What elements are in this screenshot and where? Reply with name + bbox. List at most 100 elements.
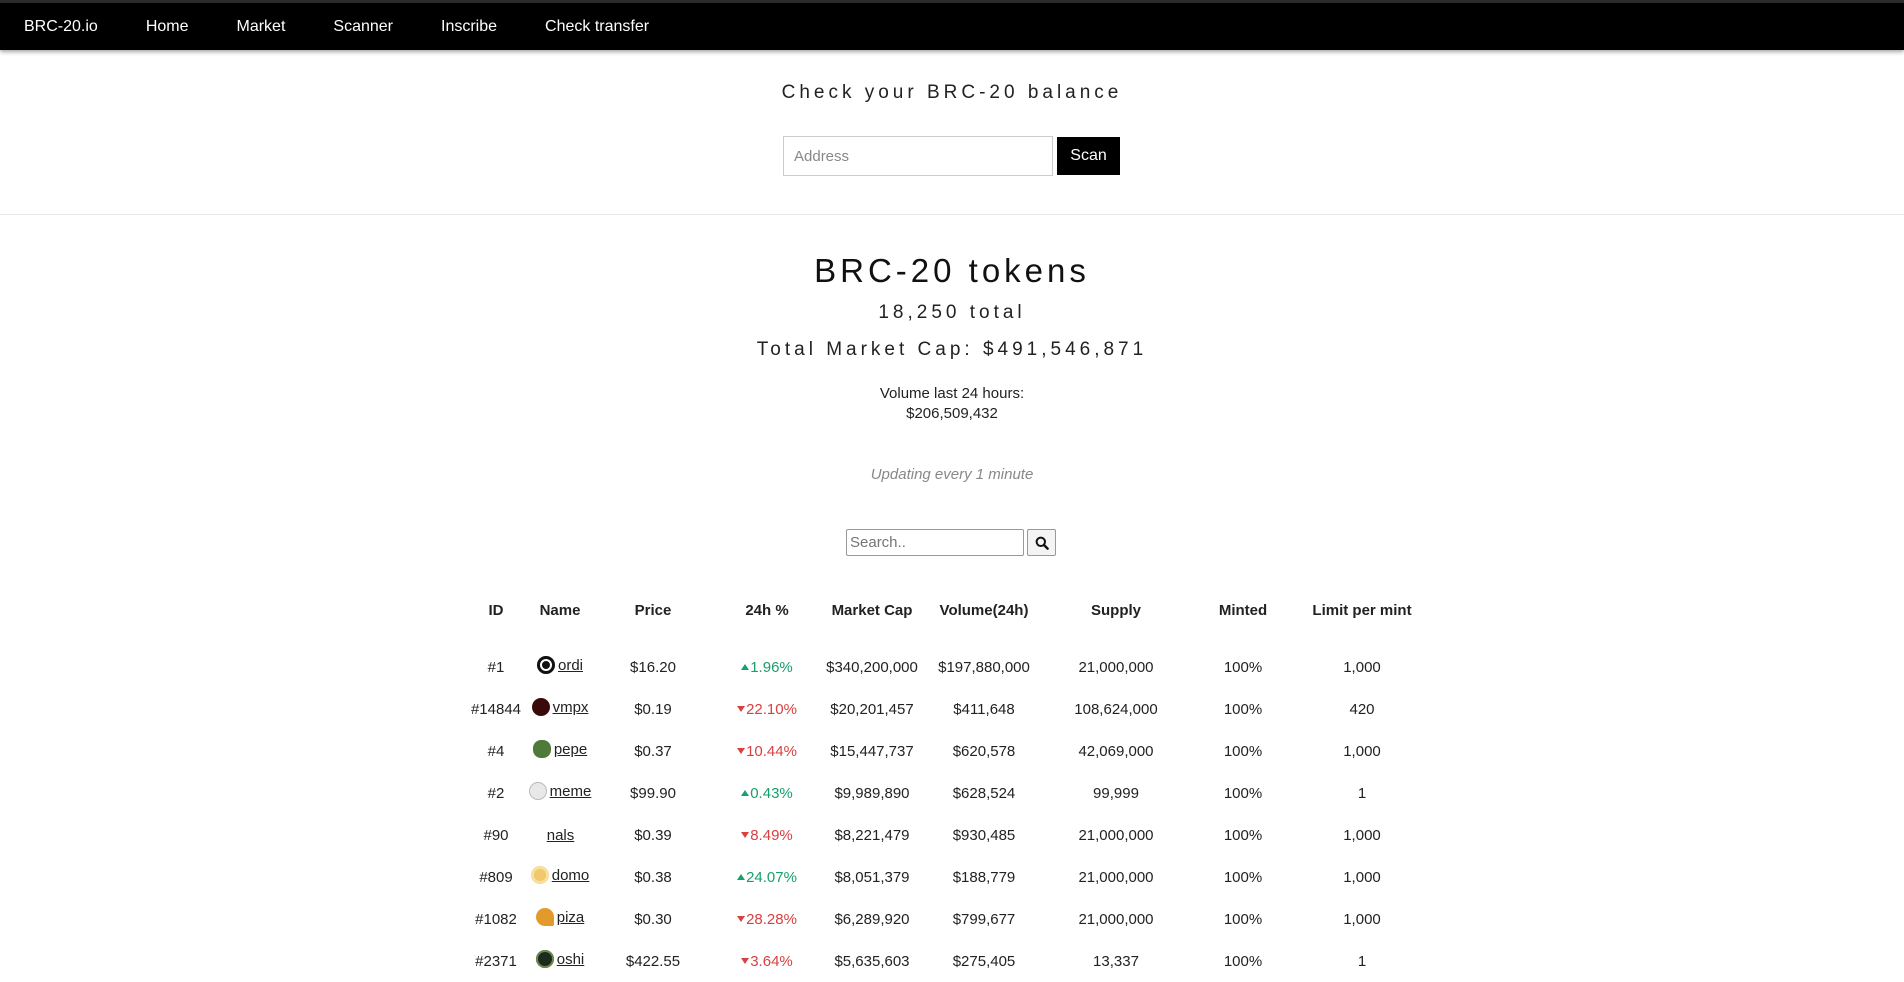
table-row[interactable]: #90 nals $0.39 8.49% $8,221,479 $930,485 21,00… <box>466 814 1424 856</box>
token-minted: 100% <box>1223 700 1263 718</box>
token-24h-change: 8.49% <box>712 814 822 856</box>
top-navbar: BRC-20.io Home Market Scanner Inscribe C… <box>0 0 1904 50</box>
token-volume: $188,779 <box>952 868 1016 886</box>
token-price: $0.30 <box>634 910 672 928</box>
table-row[interactable]: #2 meme $99.90 0.43% $9,989,890 $628,524 99,99… <box>466 772 1424 814</box>
token-name-cell: piza <box>526 898 594 940</box>
token-limit: 1 <box>1357 784 1367 802</box>
token-volume: $930,485 <box>952 826 1016 844</box>
arrow-down-icon <box>741 957 750 964</box>
nav-scanner[interactable]: Scanner <box>333 18 393 36</box>
token-name-cell: vmpx <box>526 688 594 730</box>
token-volume: $799,677 <box>952 910 1016 928</box>
token-supply: 21,000,000 <box>1078 910 1154 928</box>
arrow-up-icon <box>737 873 746 880</box>
token-market-cap: $5,635,603 <box>834 952 910 970</box>
token-supply: 42,069,000 <box>1078 742 1154 760</box>
domo-coin-icon <box>530 866 549 884</box>
nav-check-transfer[interactable]: Check transfer <box>545 18 649 36</box>
vmpx-logo-icon <box>531 698 550 716</box>
token-name-link[interactable]: vmpx <box>553 699 589 716</box>
token-volume: $197,880,000 <box>938 658 1030 676</box>
token-supply: 13,337 <box>1093 952 1139 970</box>
col-market-cap[interactable]: Market Cap <box>822 590 922 646</box>
col-name[interactable]: Name <box>526 590 594 646</box>
token-name-link[interactable]: domo <box>552 867 590 884</box>
token-name-cell: oshi <box>526 940 594 982</box>
table-row[interactable]: #1082 piza $0.30 28.28% $6,289,920 $799,677 21… <box>466 898 1424 940</box>
nav-home[interactable]: Home <box>146 18 189 36</box>
balance-title: Check your BRC-20 balance <box>781 82 1123 103</box>
col-id[interactable]: ID <box>466 590 526 646</box>
token-name-link[interactable]: piza <box>557 909 585 926</box>
token-limit: 1 <box>1357 952 1367 970</box>
token-supply: 21,000,000 <box>1078 658 1154 676</box>
token-24h-change: 0.43% <box>712 772 822 814</box>
token-market-cap: $6,289,920 <box>834 910 910 928</box>
token-volume: $411,648 <box>953 700 1015 718</box>
token-name-link[interactable]: pepe <box>554 741 587 758</box>
col-supply[interactable]: Supply <box>1046 590 1186 646</box>
token-id: #809 <box>479 868 513 886</box>
token-minted: 100% <box>1223 868 1263 886</box>
token-name-link[interactable]: nals <box>547 827 575 844</box>
volume-value: $206,509,432 <box>906 405 998 422</box>
address-input[interactable] <box>783 136 1053 176</box>
token-name-cell: pepe <box>526 730 594 772</box>
table-row[interactable]: #2371 oshi $422.55 3.64% $5,635,603 $275,405 1… <box>466 940 1424 982</box>
change-value: 22.10% <box>746 700 797 718</box>
search-icon <box>1035 536 1049 550</box>
token-price: $422.55 <box>625 952 681 970</box>
token-minted: 100% <box>1223 742 1263 760</box>
token-limit: 1,000 <box>1343 658 1381 676</box>
token-24h-change: 10.44% <box>712 730 822 772</box>
token-supply: 21,000,000 <box>1078 868 1154 886</box>
token-market-cap: $340,200,000 <box>826 658 918 676</box>
token-name-cell: nals <box>526 814 594 856</box>
token-24h-change: 3.64% <box>712 940 822 982</box>
ordi-logo-icon <box>536 656 555 674</box>
token-24h-change: 1.96% <box>712 646 822 688</box>
update-notice: Updating every 1 minute <box>870 466 1034 483</box>
nav-inscribe[interactable]: Inscribe <box>441 18 497 36</box>
token-name-link[interactable]: oshi <box>557 951 585 968</box>
change-value: 8.49% <box>750 826 793 844</box>
token-price: $0.39 <box>634 826 672 844</box>
main-nav: BRC-20.io Home Market Scanner Inscribe C… <box>0 3 1904 50</box>
table-row[interactable]: #1 ordi $16.20 1.96% $340,200,000 $197,880,00… <box>466 646 1424 688</box>
arrow-down-icon <box>737 915 746 922</box>
table-row[interactable]: #4 pepe $0.37 10.44% $15,447,737 $620,578 42,0… <box>466 730 1424 772</box>
col-minted[interactable]: Minted <box>1186 590 1300 646</box>
col-limit-per-mint[interactable]: Limit per mint <box>1300 590 1424 646</box>
volume-label: Volume last 24 hours: <box>879 385 1025 402</box>
change-value: 28.28% <box>746 910 797 928</box>
tokens-total: 18,250 total <box>878 302 1026 323</box>
token-price: $16.20 <box>630 658 676 676</box>
search-input[interactable] <box>846 529 1024 556</box>
token-market-cap: $8,051,379 <box>834 868 910 886</box>
scan-button[interactable]: Scan <box>1057 137 1120 175</box>
col-volume[interactable]: Volume(24h) <box>922 590 1046 646</box>
token-name-link[interactable]: ordi <box>558 657 583 674</box>
search-button[interactable] <box>1027 529 1056 556</box>
nav-market[interactable]: Market <box>237 18 286 36</box>
token-volume: $620,578 <box>952 742 1016 760</box>
token-24h-change: 24.07% <box>712 856 822 898</box>
change-value: 1.96% <box>750 658 793 676</box>
table-row[interactable]: #809 domo $0.38 24.07% $8,051,379 $188,779 21,… <box>466 856 1424 898</box>
token-name-cell: ordi <box>526 646 594 688</box>
token-market-cap: $9,989,890 <box>834 784 910 802</box>
arrow-down-icon <box>737 747 746 754</box>
col-24h-change[interactable]: 24h % <box>712 590 822 646</box>
token-market-cap: $8,221,479 <box>834 826 910 844</box>
token-minted: 100% <box>1223 910 1263 928</box>
change-value: 0.43% <box>750 784 793 802</box>
total-market-cap: Total Market Cap: $491,546,871 <box>756 339 1148 360</box>
token-price: $0.38 <box>634 868 672 886</box>
token-name-cell: domo <box>526 856 594 898</box>
token-name-link[interactable]: meme <box>550 783 592 800</box>
brand-link[interactable]: BRC-20.io <box>24 18 98 36</box>
arrow-up-icon <box>741 663 750 670</box>
col-price[interactable]: Price <box>594 590 712 646</box>
table-row[interactable]: #14844 vmpx $0.19 22.10% $20,201,457 $411,648… <box>466 688 1424 730</box>
